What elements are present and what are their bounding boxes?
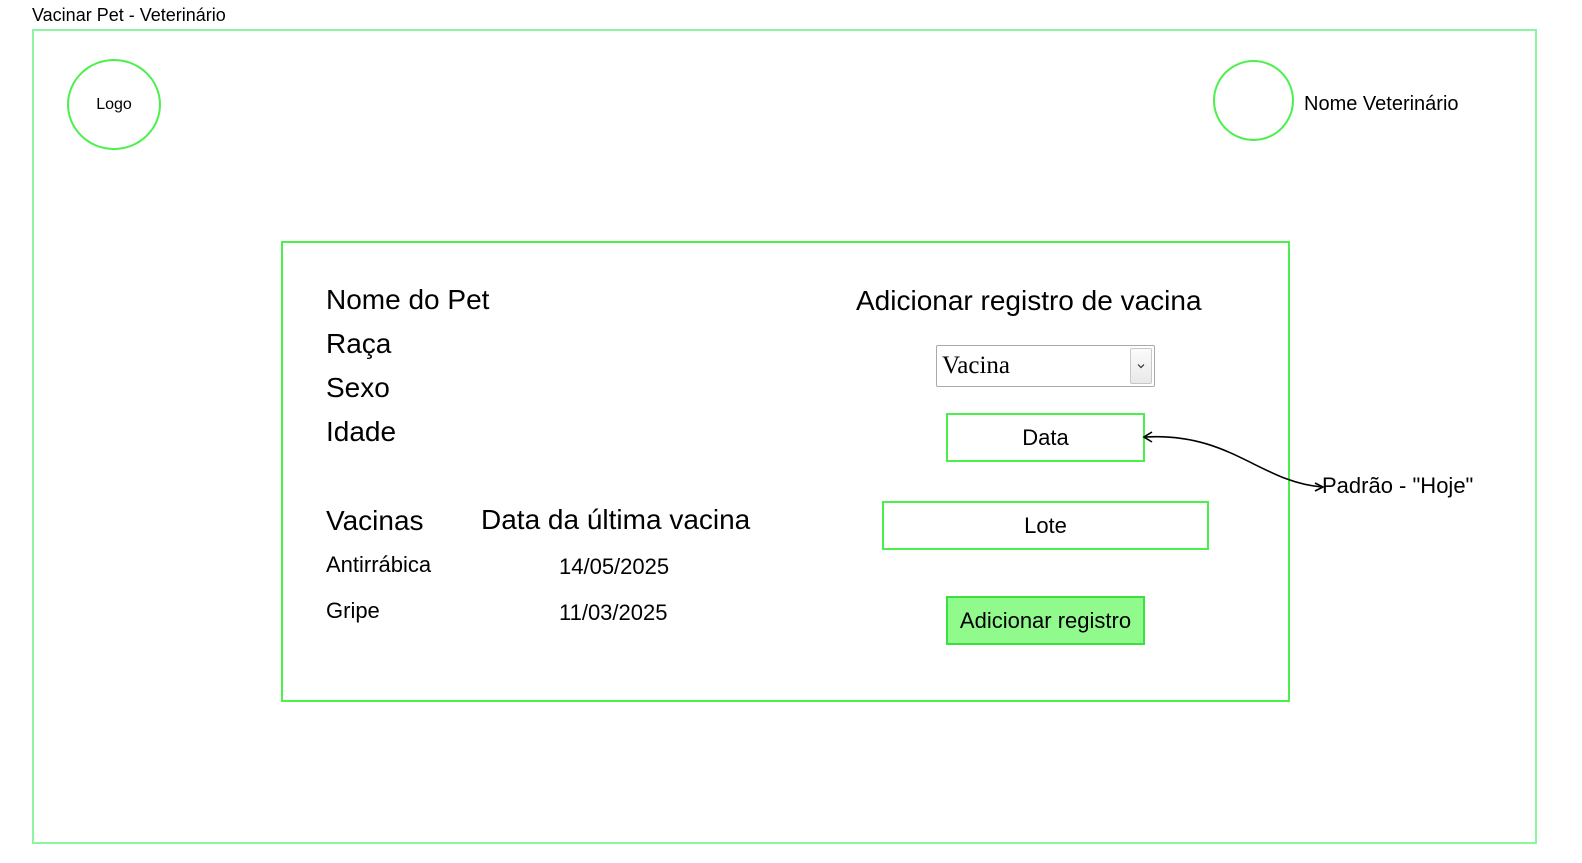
lote-field-label: Lote xyxy=(1024,512,1067,538)
vet-avatar[interactable] xyxy=(1213,60,1294,141)
pet-age-label: Idade xyxy=(326,416,397,447)
vaccine-name-cell: Antirrábica xyxy=(326,552,432,577)
vaccine-select-value: Vacina xyxy=(942,352,1011,379)
page-title: Vacinar Pet - Veterinário xyxy=(32,5,226,25)
vaccine-date-cell: 14/05/2025 xyxy=(559,554,670,579)
chevron-down-icon[interactable] xyxy=(1130,348,1152,384)
vaccine-name-cell: Gripe xyxy=(326,598,380,623)
add-record-button[interactable]: Adicionar registro xyxy=(946,596,1145,645)
last-date-column-header: Data da última vacina xyxy=(481,504,751,535)
vet-name: Nome Veterinário xyxy=(1304,93,1459,115)
lote-field[interactable]: Lote xyxy=(882,501,1209,550)
date-field[interactable]: Data xyxy=(946,413,1145,462)
annotation-note: Padrão - "Hoje" xyxy=(1322,473,1474,498)
logo-label: Logo xyxy=(96,95,132,113)
pet-breed-label: Raça xyxy=(326,328,392,359)
add-record-button-label: Adicionar registro xyxy=(959,607,1132,633)
date-field-label: Data xyxy=(1022,424,1069,450)
add-record-title: Adicionar registro de vacina xyxy=(856,285,1202,316)
vaccine-select[interactable]: Vacina xyxy=(936,345,1155,387)
pet-sex-label: Sexo xyxy=(326,372,390,403)
logo[interactable]: Logo xyxy=(67,59,161,150)
vaccine-date-cell: 11/03/2025 xyxy=(559,600,668,625)
vaccines-column-header: Vacinas xyxy=(326,505,424,536)
pet-name-label: Nome do Pet xyxy=(326,284,490,315)
